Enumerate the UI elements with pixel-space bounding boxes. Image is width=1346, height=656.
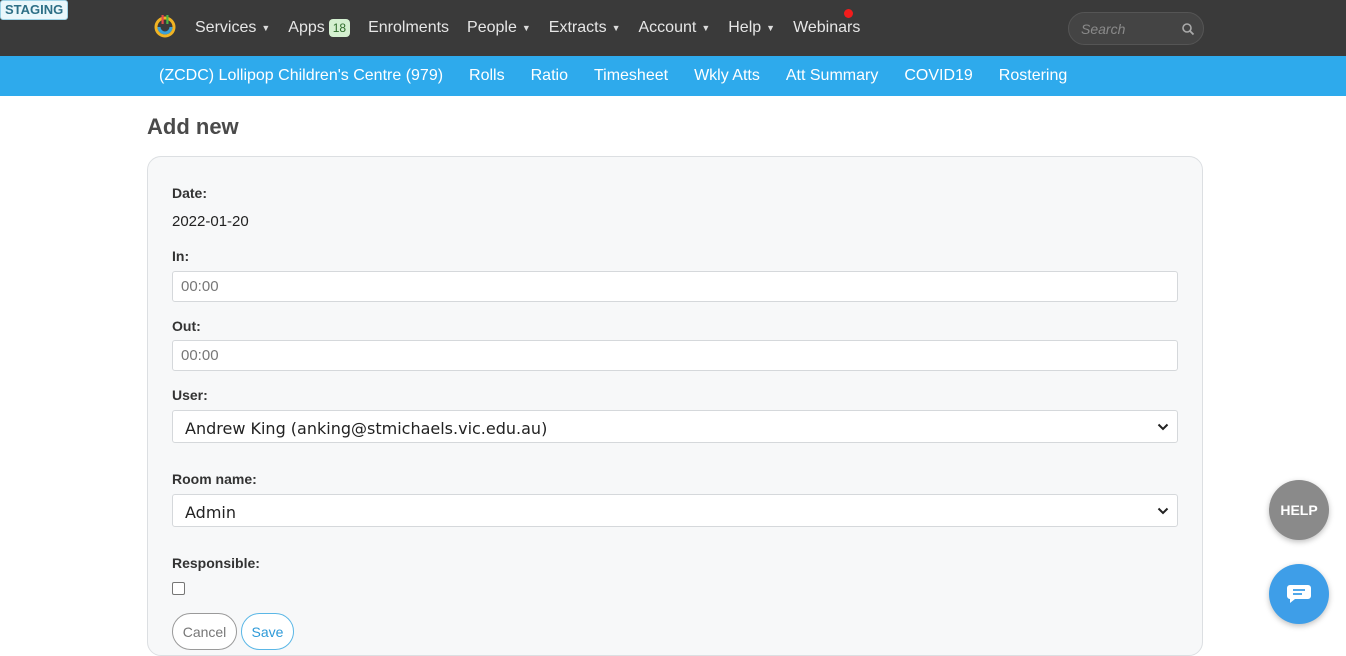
centre-menu: (ZCDC) Lollipop Children's Centre (979) … (159, 56, 1093, 96)
top-navbar: STAGING Services ▼ Apps 18 Enrolments Pe… (0, 0, 1346, 56)
room-name-select-value: Admin (185, 503, 236, 522)
out-time-input[interactable] (172, 340, 1178, 371)
search-input[interactable] (1079, 19, 1174, 39)
page-title: Add new (147, 114, 239, 139)
nav-services-label: Services (195, 19, 257, 36)
room-name-label: Room name: (172, 471, 257, 487)
tab-timesheet[interactable]: Timesheet (594, 67, 668, 85)
cancel-button[interactable]: Cancel (172, 613, 237, 650)
nav-webinars[interactable]: Webinars (793, 19, 860, 37)
responsible-checkbox[interactable] (172, 582, 185, 595)
nav-account[interactable]: Account ▼ (639, 19, 711, 37)
user-label: User: (172, 387, 208, 403)
tab-covid19[interactable]: COVID19 (904, 67, 972, 85)
centre-name-link[interactable]: (ZCDC) Lollipop Children's Centre (979) (159, 67, 443, 85)
notification-dot (844, 9, 853, 18)
caret-down-icon: ▼ (521, 23, 531, 33)
tab-ratio[interactable]: Ratio (531, 67, 568, 85)
user-select[interactable]: Andrew King (anking@stmichaels.vic.edu.a… (172, 410, 1178, 443)
caret-down-icon: ▼ (611, 23, 621, 33)
nav-enrolments-label: Enrolments (368, 19, 450, 36)
caret-down-icon: ▼ (261, 23, 271, 33)
user-select-value: Andrew King (anking@stmichaels.vic.edu.a… (185, 419, 548, 438)
centre-navbar: (ZCDC) Lollipop Children's Centre (979) … (0, 56, 1346, 96)
main-menu: Services ▼ Apps 18 Enrolments People ▼ E… (195, 0, 878, 56)
nav-webinars-label: Webinars (793, 19, 861, 36)
caret-down-icon: ▼ (701, 23, 711, 33)
nav-apps-label: Apps (288, 19, 325, 36)
nav-extracts-label: Extracts (548, 19, 607, 36)
tab-wkly-atts[interactable]: Wkly Atts (694, 67, 760, 85)
tab-att-summary[interactable]: Att Summary (786, 67, 878, 85)
chat-button[interactable] (1269, 564, 1329, 624)
nav-people-label: People (467, 19, 517, 36)
date-label: Date: (172, 185, 208, 201)
add-new-form: Date: 2022-01-20 In: Out: User: Andrew K… (147, 156, 1203, 656)
nav-enrolments[interactable]: Enrolments (368, 19, 449, 37)
out-label: Out: (172, 318, 201, 334)
tab-rolls[interactable]: Rolls (469, 67, 505, 85)
in-label: In: (172, 248, 190, 264)
help-button[interactable]: HELP (1269, 480, 1329, 540)
search-icon[interactable] (1181, 22, 1195, 36)
save-button[interactable]: Save (241, 613, 294, 650)
chevron-down-icon (1157, 507, 1169, 515)
app-logo-icon[interactable] (152, 13, 178, 39)
search-box (1068, 12, 1204, 45)
nav-help-label: Help (728, 19, 762, 36)
nav-account-label: Account (638, 19, 697, 36)
nav-help[interactable]: Help ▼ (728, 19, 775, 37)
room-name-select[interactable]: Admin (172, 494, 1178, 527)
nav-people[interactable]: People ▼ (467, 19, 531, 37)
chat-icon (1287, 585, 1311, 603)
tab-rostering[interactable]: Rostering (999, 67, 1067, 85)
apps-count-badge: 18 (328, 19, 351, 37)
caret-down-icon: ▼ (766, 23, 776, 33)
staging-badge: STAGING (0, 0, 69, 20)
chevron-down-icon (1157, 423, 1169, 431)
nav-extracts[interactable]: Extracts ▼ (549, 19, 621, 37)
date-value: 2022-01-20 (172, 213, 249, 230)
responsible-label: Responsible: (172, 555, 260, 571)
in-time-input[interactable] (172, 271, 1178, 302)
nav-apps[interactable]: Apps 18 (288, 19, 351, 37)
nav-services[interactable]: Services ▼ (195, 19, 270, 37)
